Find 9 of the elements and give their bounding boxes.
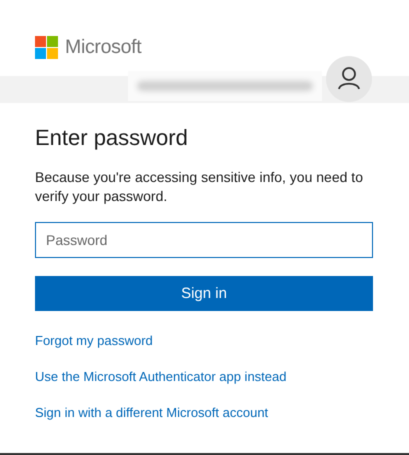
brand-name: Microsoft	[65, 36, 142, 59]
link[interactable]: Forgot my password	[35, 332, 153, 350]
link[interactable]: Sign in with a different Microsoft account	[35, 404, 268, 422]
page-title: Enter password	[35, 124, 189, 152]
description: Because you're accessing sensitive info, you need to verify your password.	[35, 168, 364, 206]
link[interactable]: Use the Microsoft Authenticator app instead	[35, 368, 286, 386]
password-field[interactable]: Password	[35, 222, 373, 258]
sign-in-button[interactable]: Sign in	[35, 276, 373, 311]
windows-logo-icon	[35, 36, 58, 59]
